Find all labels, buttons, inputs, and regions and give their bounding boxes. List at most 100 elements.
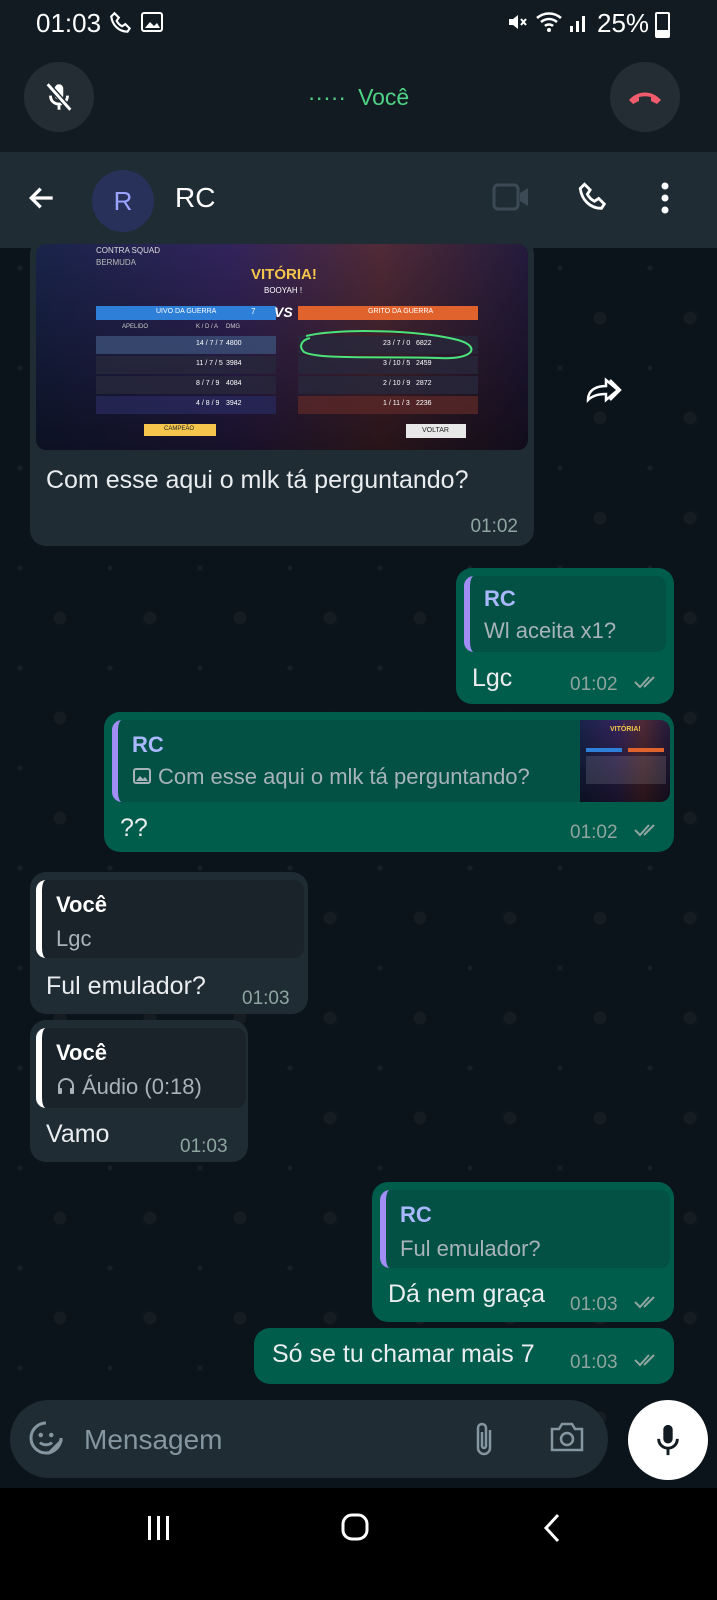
gallery-icon [140, 10, 164, 39]
quoted-text: Wl aceita x1? [484, 618, 617, 643]
quoted-message[interactable]: Você Áudio (0:18) [36, 1028, 246, 1108]
img-title: VITÓRIA! [251, 266, 317, 283]
recent-apps-icon[interactable] [146, 1514, 172, 1547]
quoted-text: Lgc [56, 926, 92, 951]
camera-icon[interactable] [548, 1420, 586, 1459]
quoted-message[interactable]: RC Wl aceita x1? [464, 576, 666, 652]
end-call-button[interactable] [610, 62, 680, 132]
img-row: 14 / 7 / 7 4800 [96, 336, 276, 354]
contact-name[interactable]: RC [175, 182, 215, 214]
quoted-message[interactable]: Você Lgc [36, 880, 304, 958]
voice-record-button[interactable] [628, 1400, 708, 1480]
quoted-message[interactable]: RC Com esse aqui o mlk tá perguntando? V… [112, 720, 670, 802]
img-map: BERMUDA [96, 258, 137, 267]
img-team-left-score: 7 [251, 307, 256, 316]
img-mode: CONTRA SQUAD [96, 246, 161, 255]
message-composer[interactable]: Mensagem [10, 1400, 608, 1478]
message-text: ?? [120, 814, 148, 842]
message-time: 01:03 [570, 1294, 618, 1315]
img-col-dmg: DMG [226, 324, 240, 330]
quoted-sender: RC [484, 586, 516, 611]
img-col-apelido: APELIDO [122, 324, 149, 330]
status-bar: 01:03 25% [0, 0, 717, 46]
quoted-sender: RC [400, 1202, 432, 1227]
end-call-icon [629, 92, 661, 104]
message-time: 01:03 [570, 1352, 618, 1373]
message-time: 01:03 [242, 988, 290, 1009]
forward-icon[interactable] [584, 374, 622, 409]
img-row: 1 / 11 / 3 2236 [298, 396, 478, 414]
quoted-text: Áudio (0:18) [82, 1074, 202, 1099]
back-arrow-icon[interactable] [26, 182, 58, 219]
outgoing-reply-message[interactable]: RC Com esse aqui o mlk tá perguntando? V… [104, 712, 674, 852]
message-text: Só se tu chamar mais 7 [272, 1340, 535, 1368]
video-call-icon[interactable] [492, 180, 530, 219]
attach-icon[interactable] [472, 1420, 496, 1463]
home-icon[interactable] [340, 1512, 370, 1547]
chat-header: R RC [0, 152, 717, 248]
drawn-highlight-stroke [300, 330, 473, 360]
message-input[interactable]: Mensagem [84, 1424, 223, 1456]
message-text: Ful emulador? [46, 972, 206, 1000]
system-nav-bar [0, 1488, 717, 1600]
img-row: 8 / 7 / 9 4084 [96, 376, 276, 394]
img-subtitle: BOOYAH ! [264, 286, 303, 295]
quoted-text: Ful emulador? [400, 1236, 541, 1261]
thumb-title: VITÓRIA! [610, 726, 641, 733]
message-text: Dá nem graça [388, 1280, 546, 1308]
outgoing-message[interactable]: Só se tu chamar mais 7 01:03 [254, 1328, 674, 1384]
mic-icon [657, 1424, 679, 1456]
img-team-right: GRITO DA GUERRA [368, 308, 434, 315]
call-label: Você [358, 84, 410, 110]
message-time: 01:02 [570, 674, 618, 695]
double-check-icon [634, 1352, 660, 1373]
img-team-right-bar: GRITO DA GUERRA [298, 306, 478, 320]
shared-screenshot-image[interactable]: CONTRA SQUAD BERMUDA VITÓRIA! BOOYAH ! U… [36, 244, 528, 450]
battery-icon [655, 12, 670, 38]
quoted-text: Com esse aqui o mlk tá perguntando? [158, 764, 530, 789]
double-check-icon [634, 1294, 660, 1315]
call-status-icon [108, 10, 134, 41]
message-time: 01:02 [570, 822, 618, 843]
outgoing-reply-message[interactable]: RC Wl aceita x1? Lgc 01:02 [456, 568, 674, 704]
img-row: 11 / 7 / 5 3984 [96, 356, 276, 374]
ongoing-call-bar[interactable]: ····· Você [0, 46, 717, 152]
img-team-left-bar: UIVO DA GUERRA 7 [96, 306, 276, 320]
message-time: 01:03 [180, 1136, 228, 1157]
img-back-button: VOLTAR [406, 424, 466, 438]
message-text: Com esse aqui o mlk tá perguntando? [46, 466, 469, 494]
back-nav-icon[interactable] [542, 1512, 562, 1549]
double-check-icon [634, 674, 660, 695]
outgoing-reply-message[interactable]: RC Ful emulador? Dá nem graça 01:03 [372, 1182, 674, 1322]
incoming-reply-message[interactable]: Você Áudio (0:18) Vamo 01:03 [30, 1020, 248, 1162]
message-text: Vamo [46, 1120, 110, 1148]
img-col-kda: K / D / A [196, 324, 219, 330]
voice-call-icon[interactable] [576, 180, 610, 219]
chat-area[interactable]: CONTRA SQUAD BERMUDA VITÓRIA! BOOYAH ! U… [0, 238, 717, 1428]
headphones-icon [56, 1076, 76, 1101]
img-row: 4 / 8 / 9 3942 [96, 396, 276, 414]
call-dots: ····· [307, 84, 347, 110]
message-text: Lgc [472, 664, 513, 692]
img-vs: VS [274, 304, 293, 320]
quoted-image-thumbnail: VITÓRIA! [580, 720, 670, 802]
img-mvp-badge: CAMPEÃO [144, 424, 216, 436]
more-options-icon[interactable] [660, 180, 670, 221]
signal-icon [568, 10, 590, 39]
status-time: 01:03 [36, 8, 102, 38]
battery-percentage: 25% [597, 8, 650, 38]
photo-icon [132, 766, 152, 791]
quoted-sender: RC [132, 732, 164, 757]
sticker-icon[interactable] [28, 1420, 64, 1461]
wifi-icon [535, 10, 563, 39]
quoted-message[interactable]: RC Ful emulador? [380, 1190, 670, 1268]
mute-notification-icon [505, 10, 529, 39]
incoming-image-message[interactable]: CONTRA SQUAD BERMUDA VITÓRIA! BOOYAH ! U… [30, 238, 534, 546]
avatar[interactable]: R [92, 170, 154, 232]
img-row: 2 / 10 / 9 2872 [298, 376, 478, 394]
incoming-reply-message[interactable]: Você Lgc Ful emulador? 01:03 [30, 872, 308, 1014]
double-check-icon [634, 822, 660, 843]
message-time: 01:02 [470, 516, 518, 537]
quoted-sender: Você [56, 892, 107, 917]
quoted-sender: Você [56, 1040, 107, 1065]
